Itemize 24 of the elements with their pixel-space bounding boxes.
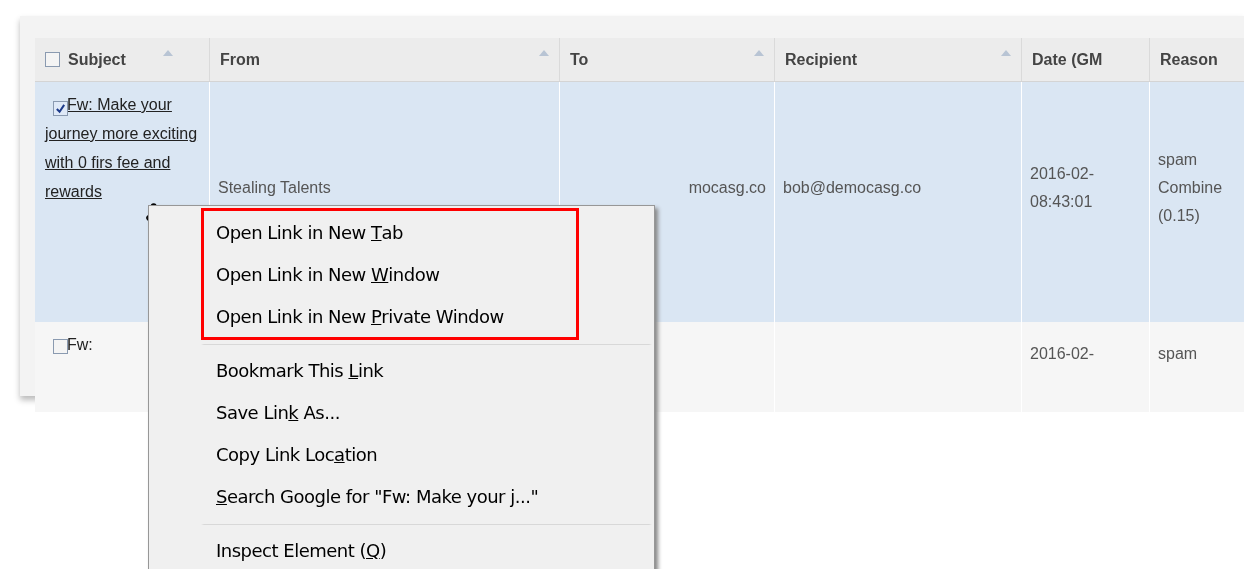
column-header[interactable]: Recipient <box>775 38 1022 81</box>
subject-link[interactable]: Fw: Make your journey more exciting with 0 firs fee and rewards <box>45 90 199 206</box>
column-header[interactable]: Subject <box>35 38 210 81</box>
table-cell-text: Stealing Talents <box>218 178 331 198</box>
column-header[interactable]: To <box>560 38 775 81</box>
menu-item[interactable]: Open Link in New Window <box>204 253 576 295</box>
checkbox[interactable] <box>53 101 68 116</box>
column-header[interactable]: Reason <box>1150 38 1244 81</box>
table-cell-text: mocasg.co <box>688 178 766 198</box>
menu-item[interactable]: Save Link As... <box>204 391 649 433</box>
menu-item[interactable]: Copy Link Location <box>204 433 649 475</box>
table-cell-text: 2016-02- 08:43:01 <box>1030 164 1095 212</box>
menu-item[interactable]: Search Google for "Fw: Make your j..." <box>204 475 649 517</box>
table-cell-text: bob@democasg.co <box>783 178 922 198</box>
table-cell-text: spam Combine (0.15) <box>1158 150 1223 226</box>
checkbox[interactable] <box>53 339 68 354</box>
column-header[interactable]: From <box>210 38 560 81</box>
menu-item[interactable]: Open Link in New Tab <box>204 211 576 253</box>
menu-item[interactable]: Bookmark This Link <box>204 349 649 391</box>
table-cell-text: 2016-02- <box>1030 344 1095 364</box>
column-header[interactable]: Date (GM <box>1022 38 1150 81</box>
checkbox[interactable] <box>45 52 60 67</box>
menu-item[interactable]: Inspect Element (Q) <box>204 529 649 569</box>
table-cell-text: spam <box>1158 344 1198 364</box>
